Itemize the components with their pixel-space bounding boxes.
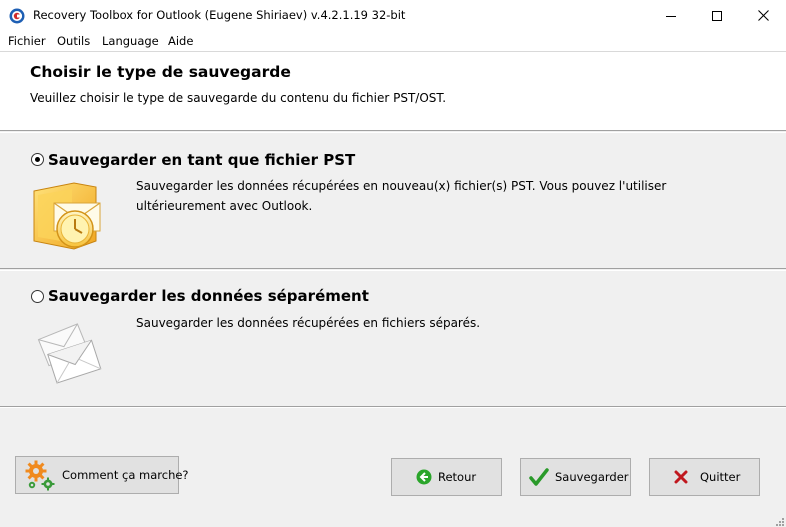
minimize-icon bbox=[666, 15, 676, 17]
page-subtitle: Veuillez choisir le type de sauvegarde d… bbox=[30, 91, 447, 105]
cross-icon bbox=[674, 470, 688, 484]
outlook-icon bbox=[30, 181, 110, 256]
envelopes-icon bbox=[33, 317, 105, 392]
window-title: Recovery Toolbox for Outlook (Eugene Shi… bbox=[33, 8, 406, 22]
menu-fichier[interactable]: Fichier bbox=[8, 34, 46, 48]
radio-save-separately[interactable] bbox=[31, 290, 44, 303]
menu-outils[interactable]: Outils bbox=[57, 34, 90, 48]
option-save-separately[interactable]: Sauvegarder les données séparément Sauve… bbox=[0, 270, 786, 407]
maximize-button[interactable] bbox=[694, 0, 740, 31]
quit-button[interactable]: Quitter bbox=[649, 458, 760, 496]
title-bar: Recovery Toolbox for Outlook (Eugene Shi… bbox=[0, 0, 786, 31]
close-button[interactable] bbox=[740, 0, 786, 31]
help-button-label: Comment ça marche? bbox=[62, 468, 189, 482]
option-title: Sauvegarder les données séparément bbox=[48, 287, 369, 305]
maximize-icon bbox=[712, 10, 722, 21]
radio-save-pst[interactable] bbox=[31, 153, 44, 166]
page-header: Choisir le type de sauvegarde Veuillez c… bbox=[0, 51, 786, 131]
option-description: Sauvegarder les données récupérées en no… bbox=[136, 179, 667, 213]
help-button[interactable]: Comment ça marche? bbox=[15, 456, 189, 494]
app-icon bbox=[9, 8, 25, 24]
option-title: Sauvegarder en tant que fichier PST bbox=[48, 151, 356, 169]
menu-language[interactable]: Language bbox=[102, 34, 159, 48]
back-arrow-icon bbox=[416, 469, 432, 485]
resize-grip[interactable] bbox=[774, 515, 784, 526]
close-icon bbox=[757, 10, 769, 21]
gears-icon bbox=[24, 459, 56, 491]
minimize-button[interactable] bbox=[648, 0, 694, 31]
menu-aide[interactable]: Aide bbox=[168, 34, 193, 48]
save-button[interactable]: Sauvegarder bbox=[520, 458, 631, 496]
checkmark-icon bbox=[529, 467, 549, 487]
option-save-pst[interactable]: Sauvegarder en tant que fichier PST Sauv… bbox=[0, 132, 786, 269]
menu-bar: Fichier Outils Language Aide bbox=[0, 31, 786, 51]
save-button-label: Sauvegarder bbox=[555, 470, 629, 484]
footer: Comment ça marche? Retour Sauvegarder Qu… bbox=[0, 407, 786, 527]
quit-button-label: Quitter bbox=[700, 470, 741, 484]
back-button[interactable]: Retour bbox=[391, 458, 502, 496]
back-button-label: Retour bbox=[438, 470, 477, 484]
page-title: Choisir le type de sauvegarde bbox=[30, 63, 291, 81]
option-description: Sauvegarder les données récupérées en fi… bbox=[136, 316, 481, 330]
